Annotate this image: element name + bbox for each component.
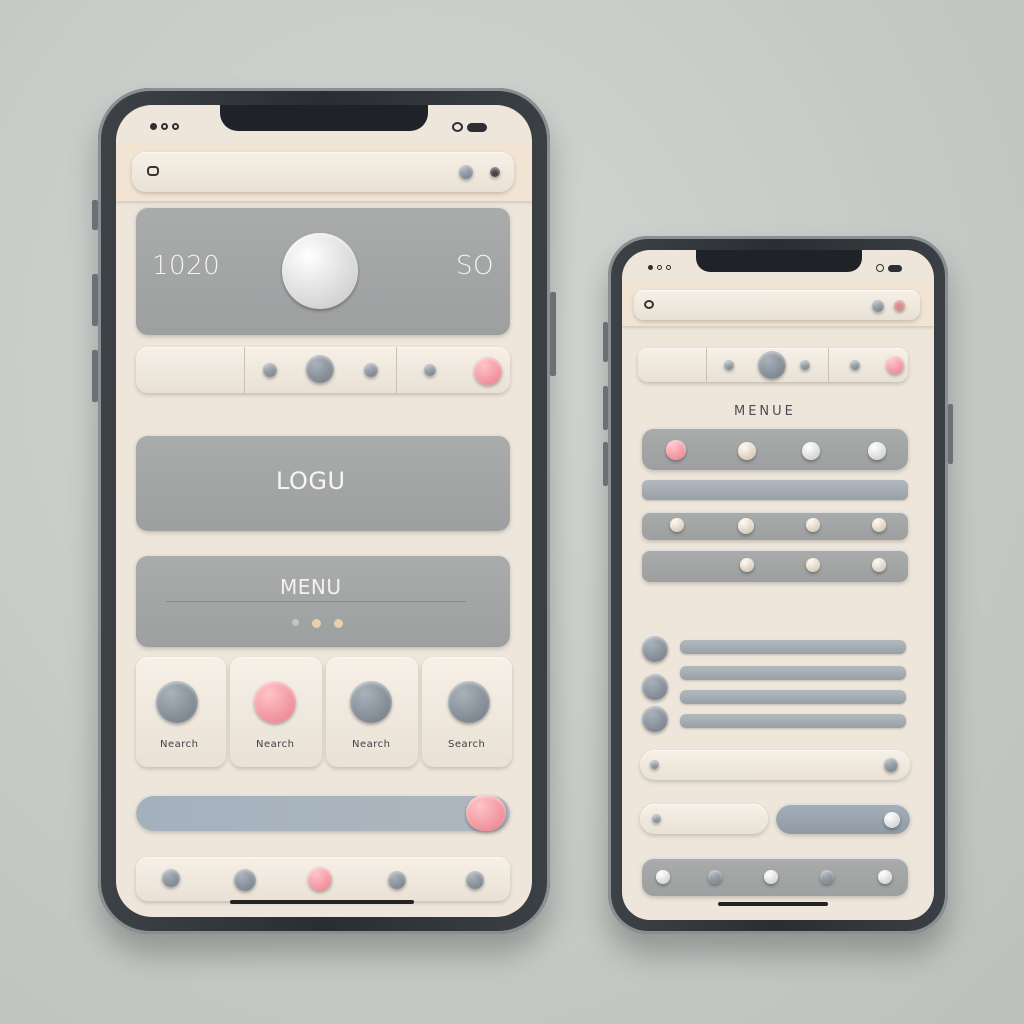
menu-title: MENUE xyxy=(734,404,796,419)
grid-icon[interactable] xyxy=(872,518,886,532)
tile-2-label: Nearch xyxy=(256,739,295,750)
primary-button-icon xyxy=(884,812,900,828)
tab-profile-icon[interactable] xyxy=(878,870,892,884)
menu-label: MENU xyxy=(280,575,342,599)
menu-dot-icon[interactable] xyxy=(490,167,500,177)
browser-icon[interactable] xyxy=(644,300,654,309)
tab-center-icon[interactable] xyxy=(764,870,778,884)
grid-icon[interactable] xyxy=(868,442,886,460)
info-pill-start-icon xyxy=(650,760,659,769)
screen-right: MENUE xyxy=(622,250,934,920)
info-pill[interactable] xyxy=(640,750,910,780)
grid-icon[interactable] xyxy=(806,558,820,572)
tile-4-label: Search xyxy=(448,739,486,750)
tab-explore-icon[interactable] xyxy=(708,870,722,884)
notch xyxy=(696,250,862,272)
segment-divider xyxy=(396,347,397,393)
tile-2-icon xyxy=(254,681,296,723)
status-bar-right-icons xyxy=(876,264,902,272)
phone-right: MENUE xyxy=(603,236,953,934)
tab-home-icon[interactable] xyxy=(162,869,180,887)
home-indicator xyxy=(230,900,414,904)
tile-3-label: Nearch xyxy=(352,739,391,750)
menu-grid-row-3 xyxy=(642,550,908,582)
logo-label: LOGU xyxy=(276,467,346,495)
tab-profile-icon[interactable] xyxy=(466,871,484,889)
segment-divider xyxy=(244,347,245,393)
list-item-icon[interactable] xyxy=(642,674,668,700)
page-dot-active[interactable] xyxy=(312,619,321,628)
tab-home-icon[interactable] xyxy=(656,870,670,884)
segment-end-icon[interactable] xyxy=(886,356,904,374)
status-bar-left-icons xyxy=(648,265,671,270)
tile-1-label: Nearch xyxy=(160,739,199,750)
screen-left: 1020 SO LOGU MENU Nearch Nearch Nearch S… xyxy=(116,105,532,917)
grid-icon[interactable] xyxy=(872,558,886,572)
list-item[interactable] xyxy=(680,690,906,704)
segment-active-knob[interactable] xyxy=(758,351,786,379)
segment-divider xyxy=(706,348,707,382)
list-item[interactable] xyxy=(680,640,906,654)
stats-right-value: SO xyxy=(456,251,494,281)
profile-icon[interactable] xyxy=(872,300,884,312)
dial-knob[interactable] xyxy=(282,233,358,309)
segment-option-icon[interactable] xyxy=(364,363,378,377)
list-item[interactable] xyxy=(680,666,906,680)
home-indicator xyxy=(718,902,828,906)
grid-icon[interactable] xyxy=(740,558,754,572)
status-bar-right-icons xyxy=(452,122,487,132)
secondary-button-icon xyxy=(652,814,661,823)
tab-explore-icon[interactable] xyxy=(234,869,256,891)
battery-icon xyxy=(888,264,902,272)
address-bar[interactable] xyxy=(132,152,514,192)
page-dot[interactable] xyxy=(334,619,343,628)
list-item-icon[interactable] xyxy=(642,706,668,732)
menu-divider xyxy=(166,601,466,602)
wifi-icon xyxy=(876,264,884,272)
info-pill-end-icon[interactable] xyxy=(884,758,898,772)
segment-option-icon[interactable] xyxy=(306,355,334,383)
grid-icon[interactable] xyxy=(738,518,754,534)
tile-1-icon xyxy=(156,681,198,723)
segment-option-icon[interactable] xyxy=(424,364,436,376)
phone-left: 1020 SO LOGU MENU Nearch Nearch Nearch S… xyxy=(92,88,556,934)
tab-active-icon[interactable] xyxy=(308,867,332,891)
profile-icon[interactable] xyxy=(459,165,473,179)
grid-icon[interactable] xyxy=(666,440,686,460)
segment-option-icon[interactable] xyxy=(800,360,810,370)
grid-icon[interactable] xyxy=(670,518,684,532)
menu-dot-icon[interactable] xyxy=(894,300,905,311)
browser-icon[interactable] xyxy=(147,166,159,176)
grid-icon[interactable] xyxy=(738,442,756,460)
search-button-icon[interactable] xyxy=(466,795,506,831)
tile-3-icon xyxy=(350,681,392,723)
segment-divider xyxy=(828,348,829,382)
wifi-icon xyxy=(452,122,463,132)
tab-messages-icon[interactable] xyxy=(820,870,834,884)
tab-messages-icon[interactable] xyxy=(388,871,406,889)
list-item-icon[interactable] xyxy=(642,636,668,662)
list-item[interactable] xyxy=(680,714,906,728)
segment-option-icon[interactable] xyxy=(850,360,860,370)
page-dot[interactable] xyxy=(292,619,299,626)
menu-grid-label-row xyxy=(642,480,908,500)
battery-icon xyxy=(467,122,487,132)
notch xyxy=(220,105,428,131)
segment-option-icon[interactable] xyxy=(263,363,277,377)
stats-left-value: 1020 xyxy=(152,251,221,281)
segment-active-icon[interactable] xyxy=(474,357,502,385)
tile-4-icon xyxy=(448,681,490,723)
status-bar-left-icons xyxy=(150,123,179,130)
search-bar[interactable] xyxy=(136,795,510,831)
grid-icon[interactable] xyxy=(802,442,820,460)
grid-icon[interactable] xyxy=(806,518,820,532)
segment-option-icon[interactable] xyxy=(724,360,734,370)
